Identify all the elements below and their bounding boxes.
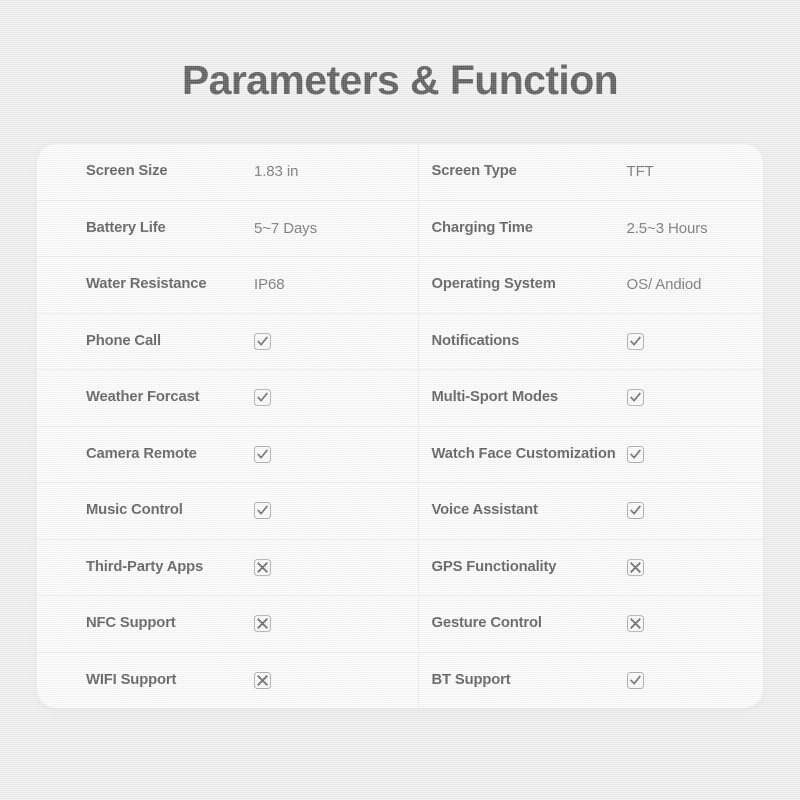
checkbox-checked-icon [626,389,644,407]
checkbox-checked-icon [626,502,644,520]
table-row: Water Resistance IP68 Operating System OS/ … [37,257,763,314]
spec-value [254,615,271,633]
checkbox-crossed-icon [626,615,644,633]
spec-cell: NFC Support [37,596,419,652]
spec-cell: Watch Face Customization [419,427,764,483]
spec-value [254,389,271,407]
spec-label: Operating System [431,276,556,293]
spec-label: Third-Party Apps [86,558,204,575]
table-row: NFC Support Gesture Control [37,596,763,653]
spec-value [254,445,271,463]
spec-cell: GPS Functionality [419,540,764,596]
specification-card: Screen Size 1.83 in Screen Type TFT Battery … [37,144,763,708]
table-row: Screen Size 1.83 in Screen Type TFT [37,144,763,201]
checkbox-crossed-icon [626,558,644,576]
spec-cell: Notifications [419,314,764,370]
spec-value: OS/ Andiod [626,276,702,294]
checkbox-checked-icon [254,389,271,407]
spec-value: IP68 [254,276,285,294]
checkbox-crossed-icon [254,615,271,633]
spec-value [254,502,271,520]
spec-value: 2.5~3 Hours [626,219,708,237]
spec-sheet-page: Parameters & Function Screen Size 1.83 in… [0,0,800,800]
spec-cell: Water Resistance IP68 [37,257,419,313]
spec-label: Water Resistance [86,276,207,293]
spec-label: WIFI Support [86,671,177,688]
spec-label: Weather Forcast [86,389,200,406]
checkbox-checked-icon [626,671,644,689]
spec-cell: Camera Remote [37,426,419,482]
spec-value [626,502,644,520]
spec-value [254,558,271,576]
spec-value [626,445,644,463]
checkbox-crossed-icon [254,558,271,576]
spec-label: Battery Life [86,219,166,236]
spec-value [626,615,644,633]
spec-value [626,332,644,350]
checkbox-checked-icon [254,502,271,520]
spec-label: Music Control [86,502,183,519]
spec-cell: Voice Assistant [419,483,764,539]
spec-cell: Screen Type TFT [419,144,764,200]
spec-value [254,671,271,689]
spec-cell: Battery Life 5~7 Days [37,200,419,256]
spec-cell: Gesture Control [419,596,764,652]
spec-label: Screen Size [86,163,168,180]
spec-cell: Music Control [37,483,419,539]
checkbox-checked-icon [254,445,271,463]
spec-cell: Phone Call [37,313,419,369]
checkbox-checked-icon [254,332,271,350]
table-row: Camera Remote Watch Face Customization [37,426,764,483]
checkbox-checked-icon [626,445,644,463]
spec-value: 1.83 in [254,163,299,181]
spec-cell: Operating System OS/ Andiod [419,257,764,313]
spec-label: Phone Call [86,332,161,349]
spec-label: NFC Support [86,615,176,632]
spec-value [626,558,644,576]
spec-value [626,671,644,689]
spec-cell: Third-Party Apps [37,539,419,595]
spec-cell: BT Support [419,653,764,709]
page-title: Parameters & Function [181,57,619,103]
spec-cell: Weather Forcast [37,370,419,426]
spec-label: Multi-Sport Modes [431,389,559,406]
spec-label: Gesture Control [431,615,543,632]
table-row: Battery Life 5~7 Days Charging Time 2.5~3 H… [37,200,764,257]
spec-value [626,389,644,407]
table-row: Third-Party Apps GPS Functionality [37,539,764,596]
table-row: Weather Forcast Multi-Sport Modes [37,370,763,427]
checkbox-crossed-icon [254,671,271,689]
spec-cell: Multi-Sport Modes [419,370,764,426]
spec-label: Voice Assistant [431,502,538,519]
spec-cell: WIFI Support [37,652,419,708]
table-row: Phone Call Notifications [37,313,764,370]
spec-label: Charging Time [431,219,534,236]
spec-cell: Screen Size 1.83 in [37,144,419,200]
spec-label: BT Support [431,671,511,688]
spec-value [254,332,271,350]
spec-label: Notifications [431,332,520,349]
table-row: Music Control Voice Assistant [37,483,763,540]
spec-label: Camera Remote [86,445,197,462]
table-row: WIFI Support BT Support [37,652,764,709]
spec-label: Screen Type [431,163,517,180]
spec-value: TFT [626,163,654,181]
spec-label: Watch Face Customization [431,445,616,462]
spec-label: GPS Functionality [431,558,557,575]
spec-cell: Charging Time 2.5~3 Hours [419,201,764,257]
spec-value: 5~7 Days [254,219,317,237]
checkbox-checked-icon [626,332,644,350]
